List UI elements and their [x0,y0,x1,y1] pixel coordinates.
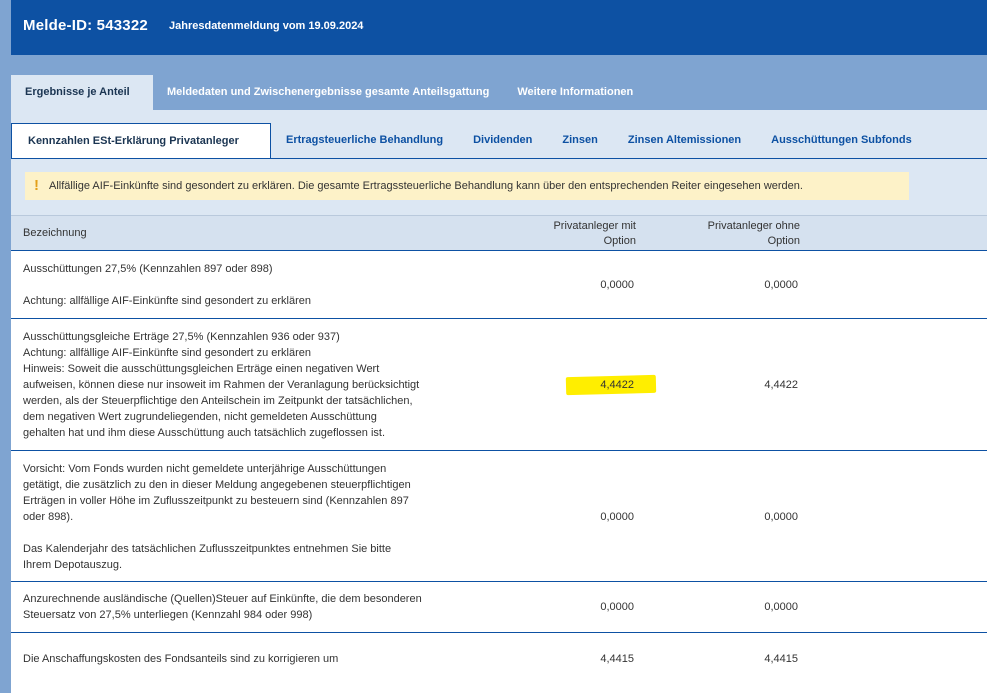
sub-tabs: Kennzahlen ESt-Erklärung Privatanleger E… [11,123,927,158]
tab-meldedaten[interactable]: Meldedaten und Zwischenergebnisse gesamt… [153,75,503,110]
desc-line: Achtung: allfällige AIF-Einkünfte sind g… [23,347,311,359]
tab-ausschuettungen-subfonds[interactable]: Ausschüttungen Subfonds [756,123,927,157]
value-mit-option: 4,4422 [600,379,634,391]
table-row: Die Anschaffungskosten des Fondsanteils … [11,633,987,693]
desc-line: Die Anschaffungskosten des Fondsanteils … [23,653,339,665]
value-ohne-option: 4,4415 [764,653,798,665]
row-description: Die Anschaffungskosten des Fondsanteils … [23,651,483,667]
table-row: Ausschüttungen 27,5% (Kennzahlen 897 ode… [11,251,987,319]
desc-spacer [23,277,483,293]
top-tabs: Ergebnisse je Anteil Meldedaten und Zwis… [11,75,647,110]
desc-line: Steuersatz von 27,5% unterliegen (Kennza… [23,609,313,621]
table-row: Ausschüttungsgleiche Erträge 27,5% (Kenn… [11,319,987,451]
value-ohne-option: 0,0000 [764,279,798,291]
table-header: Bezeichnung Privatanleger mit Option Pri… [11,215,987,251]
exclamation-icon: ! [34,177,39,194]
value-ohne-option: 0,0000 [764,511,798,523]
desc-line: Ihrem Depotauszug. [23,559,123,571]
desc-line: aufweisen, können diese nur insoweit im … [23,379,420,391]
col-ohne-option: Privatanleger ohne Option [661,219,800,249]
results-table: Bezeichnung Privatanleger mit Option Pri… [11,215,987,693]
desc-line: Achtung: allfällige AIF-Einkünfte sind g… [23,295,311,307]
page-header: Melde-ID: 543322 Jahresdatenmeldung vom … [11,0,987,55]
value-mit-option: 0,0000 [600,511,634,523]
tab-weitere-informationen[interactable]: Weitere Informationen [503,75,647,110]
tab-kennzahlen-est[interactable]: Kennzahlen ESt-Erklärung Privatanleger [11,123,271,158]
tab-ertragsteuerliche-behandlung[interactable]: Ertragsteuerliche Behandlung [271,123,458,157]
desc-line: getätigt, die zusätzlich zu den in diese… [23,479,411,491]
value-ohne-option: 0,0000 [764,601,798,613]
col-ohne-option-line1: Privatanleger ohne [707,220,800,232]
app-frame: Melde-ID: 543322 Jahresdatenmeldung vom … [11,0,987,693]
desc-line: werden, als der Steuerpflichtige den Ant… [23,395,413,407]
tab-zinsen-altemissionen[interactable]: Zinsen Altemissionen [613,123,756,157]
value-mit-option: 4,4415 [600,653,634,665]
desc-line: Hinweis: Soweit die ausschüttungsgleiche… [23,363,380,375]
row-description: Vorsicht: Vom Fonds wurden nicht gemelde… [23,461,483,573]
col-mit-option-line2: Option [603,235,636,247]
tab-dividenden[interactable]: Dividenden [458,123,547,157]
desc-line: dem negativen Wert zugrundeliegenden, ni… [23,411,377,423]
table-row: Anzurechnende ausländische (Quellen)Steu… [11,582,987,633]
desc-line: gehalten hat und ihm diese Ausschüttung … [23,427,386,439]
row-description: Ausschüttungsgleiche Erträge 27,5% (Kenn… [23,329,483,441]
col-ohne-option-line2: Option [767,235,800,247]
value-mit-option: 0,0000 [600,279,634,291]
desc-line: Vorsicht: Vom Fonds wurden nicht gemelde… [23,463,387,475]
warning-text: Allfällige AIF-Einkünfte sind gesondert … [49,180,803,192]
row-description: Ausschüttungen 27,5% (Kennzahlen 897 ode… [23,261,483,309]
warning-banner: ! Allfällige AIF-Einkünfte sind gesonder… [25,172,909,200]
col-mit-option-line1: Privatanleger mit [553,220,636,232]
value-mit-option: 0,0000 [600,601,634,613]
col-mit-option: Privatanleger mit Option [471,219,636,249]
desc-line: oder 898). [23,511,74,523]
desc-spacer [23,525,483,541]
table-row: Vorsicht: Vom Fonds wurden nicht gemelde… [11,451,987,582]
melde-id-title: Melde-ID: 543322 [23,17,148,34]
row-description: Anzurechnende ausländische (Quellen)Steu… [23,591,483,623]
tab-ergebnisse-je-anteil[interactable]: Ergebnisse je Anteil [11,75,153,110]
desc-line: Ausschüttungsgleiche Erträge 27,5% (Kenn… [23,331,340,343]
main-panel: Kennzahlen ESt-Erklärung Privatanleger E… [11,110,987,693]
col-bezeichnung: Bezeichnung [23,227,87,239]
tab-content: ! Allfällige AIF-Einkünfte sind gesonder… [11,158,987,693]
value-ohne-option: 4,4422 [764,379,798,391]
report-subtitle: Jahresdatenmeldung vom 19.09.2024 [169,20,364,32]
desc-line: Das Kalenderjahr des tatsächlichen Zuflu… [23,543,392,555]
tab-zinsen[interactable]: Zinsen [547,123,612,157]
desc-line: Erträgen in voller Höhe im Zuflusszeitpu… [23,495,409,507]
desc-line: Anzurechnende ausländische (Quellen)Steu… [23,593,422,605]
desc-line: Ausschüttungen 27,5% (Kennzahlen 897 ode… [23,263,273,275]
